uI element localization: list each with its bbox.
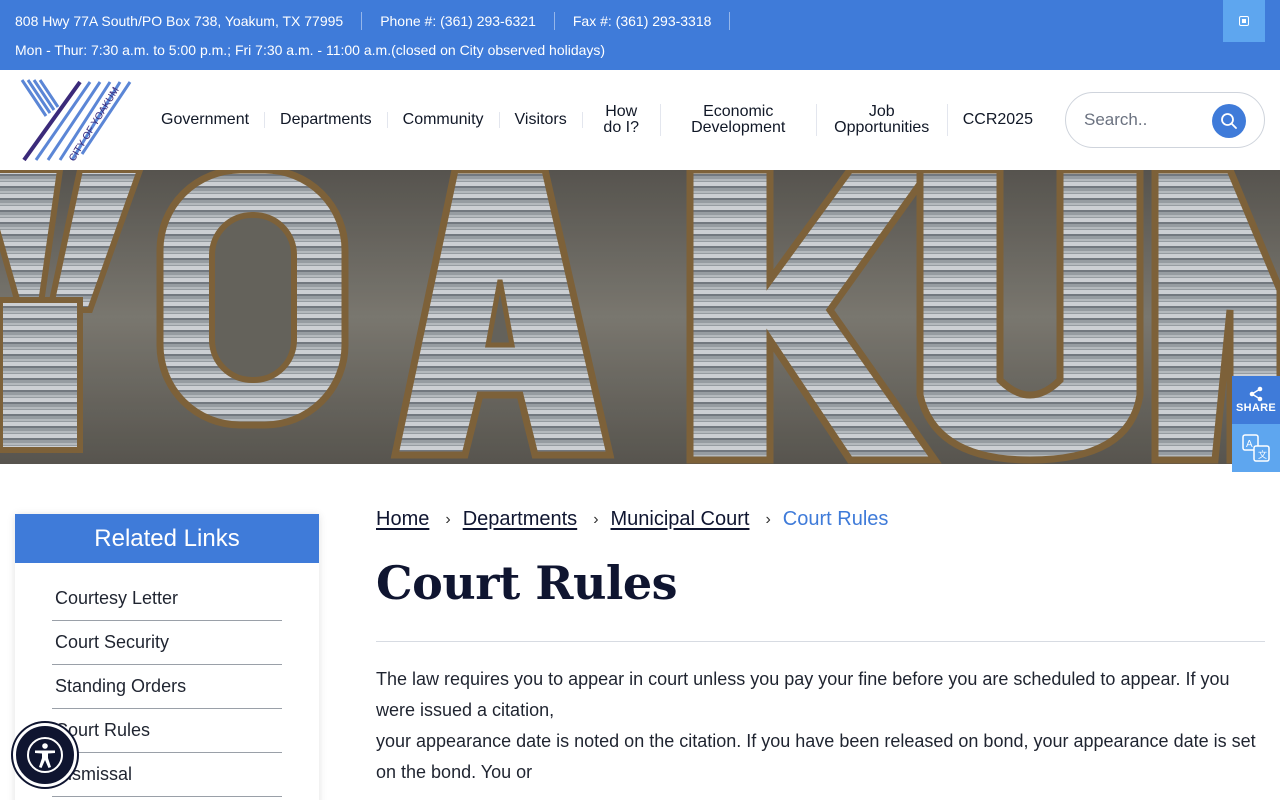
share-label: SHARE: [1235, 402, 1276, 414]
page-title: Court Rules: [376, 556, 678, 610]
address-text: 808 Hwy 77A South/PO Box 738, Yoakum, TX…: [15, 12, 363, 30]
main-nav: Government Departments Community Visitor…: [146, 70, 1048, 170]
yoakum-logo-icon: CITY OF YOAKUM: [20, 79, 132, 164]
hours-text: Mon - Thur: 7:30 a.m. to 5:00 p.m.; Fri …: [15, 42, 606, 58]
share-button[interactable]: SHARE: [1232, 376, 1280, 424]
nav-departments[interactable]: Departments: [265, 112, 388, 128]
share-icon: [1249, 386, 1263, 402]
translate-icon: [1239, 16, 1249, 26]
related-link-dismissal[interactable]: Dismissal: [52, 753, 282, 797]
search-input[interactable]: [1084, 107, 1214, 133]
breadcrumb: Home › Departments › Municipal Court › C…: [376, 508, 888, 531]
related-links-title: Related Links: [15, 514, 319, 563]
related-link-courtesy-letter[interactable]: Courtesy Letter: [52, 577, 282, 621]
phone-text[interactable]: Phone #: (361) 293-6321: [380, 12, 555, 30]
svg-text:文: 文: [1258, 449, 1267, 460]
nav-job-opportunities[interactable]: Job Opportunities: [817, 104, 948, 136]
site-header: CITY OF YOAKUM Government Departments Co…: [0, 70, 1280, 170]
hero-banner-image: [0, 170, 1280, 464]
page-body: The law requires you to appear in court …: [376, 664, 1265, 788]
breadcrumb-current: Court Rules: [782, 508, 889, 530]
search-box: [1065, 92, 1265, 148]
language-button[interactable]: A 文: [1232, 424, 1280, 472]
contact-row: 808 Hwy 77A South/PO Box 738, Yoakum, TX…: [15, 12, 748, 30]
language-translate-icon: A 文: [1242, 434, 1270, 462]
search-button[interactable]: [1212, 104, 1246, 138]
related-link-standing-orders[interactable]: Standing Orders: [52, 665, 282, 709]
related-link-court-security[interactable]: Court Security: [52, 621, 282, 665]
accessibility-button[interactable]: [13, 723, 77, 787]
breadcrumb-departments[interactable]: Departments: [463, 508, 578, 531]
nav-how-do-i[interactable]: How do I?: [583, 104, 661, 136]
search-icon: [1221, 113, 1237, 129]
chevron-right-icon: ›: [765, 510, 771, 528]
breadcrumb-municipal-court[interactable]: Municipal Court: [611, 508, 750, 531]
nav-visitors[interactable]: Visitors: [500, 112, 583, 128]
body-paragraph: your appearance date is noted on the cit…: [376, 731, 1256, 782]
accessibility-icon: [27, 737, 63, 773]
title-divider: [376, 641, 1265, 642]
nav-ccr2025[interactable]: CCR2025: [948, 112, 1048, 128]
chevron-right-icon: ›: [445, 510, 451, 528]
body-paragraph: The law requires you to appear in court …: [376, 669, 1230, 720]
top-contact-bar: 808 Hwy 77A South/PO Box 738, Yoakum, TX…: [0, 0, 1280, 70]
related-link-court-rules[interactable]: Court Rules: [52, 709, 282, 753]
translate-button[interactable]: [1223, 0, 1265, 42]
hero-letters-image: [0, 170, 1280, 464]
city-logo[interactable]: CITY OF YOAKUM: [20, 76, 145, 164]
logo-text: CITY OF YOAKUM: [67, 86, 121, 164]
nav-government[interactable]: Government: [146, 112, 266, 128]
svg-text:A: A: [1246, 439, 1253, 450]
chevron-right-icon: ›: [593, 510, 599, 528]
nav-community[interactable]: Community: [388, 112, 500, 128]
breadcrumb-home[interactable]: Home: [376, 508, 429, 531]
fax-text: Fax #: (361) 293-3318: [573, 12, 731, 30]
nav-economic-development[interactable]: Economic Development: [661, 104, 817, 136]
